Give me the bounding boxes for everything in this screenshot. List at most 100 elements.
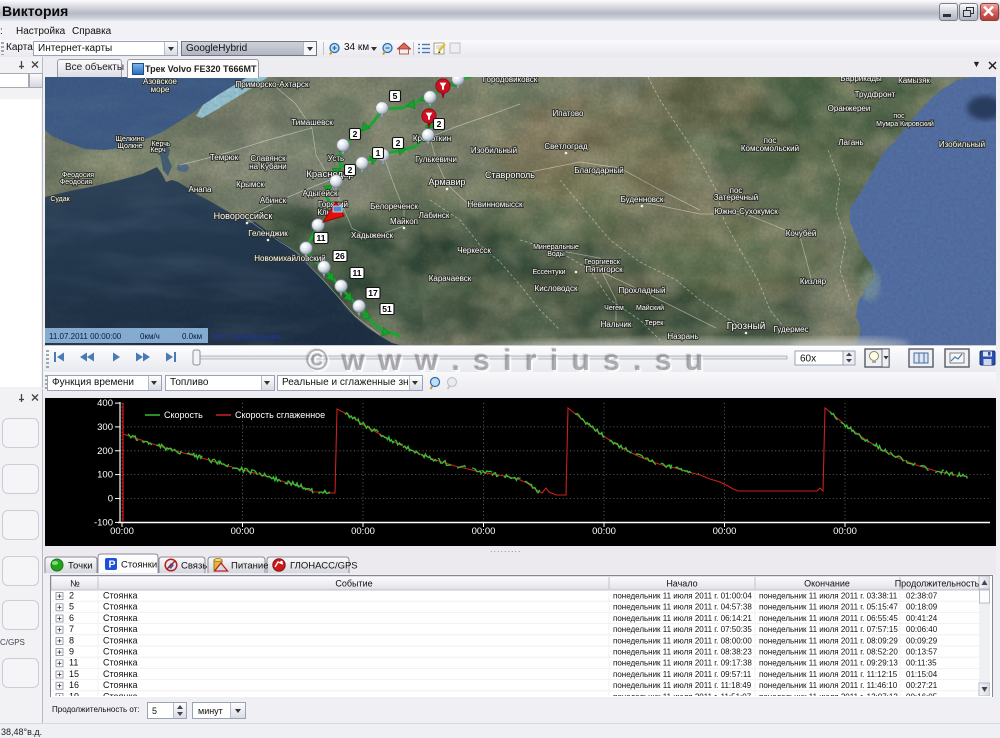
svg-text:Оранжереи: Оранжереи [828, 104, 871, 113]
svg-text:Новороссийск: Новороссийск [214, 211, 273, 221]
svg-text:Изобильный: Изобильный [471, 146, 517, 155]
svg-text:16: 16 [69, 680, 79, 690]
svg-text:Кисловодск: Кисловодск [535, 284, 578, 293]
svg-text:Событие: Событие [335, 579, 372, 589]
svg-text:Стоянки: Стоянки [121, 560, 157, 571]
svg-text:Темрюк: Темрюк [210, 153, 239, 162]
svg-text:300: 300 [97, 422, 113, 433]
svg-text:понедельник 11 июля 2011 г. 11: понедельник 11 июля 2011 г. 11:18:49 [613, 681, 752, 690]
svg-text:Назрань: Назрань [667, 332, 698, 341]
svg-text:0.0км: 0.0км [182, 332, 202, 341]
svg-text:00:00: 00:00 [472, 526, 496, 537]
svg-text:00:27:21: 00:27:21 [906, 681, 938, 690]
svg-text:0: 0 [108, 494, 113, 505]
svg-text:Пятигорск: Пятигорск [585, 265, 623, 274]
svg-text:море: море [151, 85, 170, 94]
svg-text:Баррикады: Баррикады [840, 77, 882, 83]
svg-text:00:11:35: 00:11:35 [906, 659, 937, 668]
svg-text:Буденновск: Буденновск [621, 195, 664, 204]
svg-text:0км/ч: 0км/ч [140, 332, 160, 341]
svg-text:Тимашевск: Тимашевск [291, 118, 333, 127]
svg-text:2: 2 [69, 591, 74, 601]
svg-text:00:09:29: 00:09:29 [906, 636, 938, 645]
svg-text:Окончание: Окончание [804, 579, 850, 589]
svg-text:понедельник 11 июля 2011 г. 06: понедельник 11 июля 2011 г. 06:55:45 [759, 614, 898, 623]
svg-text:00:00: 00:00 [833, 526, 857, 537]
svg-text:Геленджик: Геленджик [248, 229, 288, 238]
svg-text:понедельник 11 июля 2011 г. 11: понедельник 11 июля 2011 г. 11:12:15 [759, 670, 898, 679]
svg-text:понедельник 11 июля 2011 г. 04: понедельник 11 июля 2011 г. 04:57:38 [613, 603, 752, 612]
svg-text:7: 7 [69, 624, 74, 634]
svg-text:Светлоград: Светлоград [544, 142, 588, 151]
svg-text:11: 11 [69, 658, 78, 668]
svg-text:понедельник 11 июля 2011 г. 09: понедельник 11 июля 2011 г. 09:57:11 [613, 670, 752, 679]
svg-text:Щолкне: Щолкне [117, 143, 142, 150]
svg-text:60x: 60x [800, 354, 816, 365]
svg-text:Черкесск: Черкесск [457, 246, 491, 255]
svg-text:Скорость сглаженное: Скорость сглаженное [235, 410, 325, 420]
svg-text:Стоянка: Стоянка [103, 635, 138, 645]
svg-text:9: 9 [69, 647, 74, 657]
svg-text:00:06:40: 00:06:40 [906, 625, 938, 634]
svg-text:Гудермес: Гудермес [773, 325, 808, 334]
svg-text:Продолжительность: Продолжительность [895, 579, 980, 589]
svg-text:Майский: Майский [636, 304, 664, 312]
svg-text:Грозный: Грозный [727, 321, 766, 332]
svg-text:понедельник 11 июля 2011 г. 09: понедельник 11 июля 2011 г. 09:17:38 [613, 659, 752, 668]
svg-text:Стоянка: Стоянка [103, 647, 138, 657]
svg-text:Нальчик: Нальчик [601, 320, 632, 329]
svg-text:Невинномысск: Невинномысск [468, 200, 523, 209]
svg-text:понедельник 11 июля 2011 г. 11: понедельник 11 июля 2011 г. 11:46:10 [759, 681, 898, 690]
svg-text:Трудфронт: Трудфронт [855, 90, 896, 99]
svg-text:5: 5 [69, 602, 74, 612]
svg-text:00:00: 00:00 [110, 526, 134, 537]
svg-text:Новомихайловский: Новомихайловский [254, 254, 325, 263]
svg-text:Южно-Сухокумск: Южно-Сухокумск [714, 207, 778, 216]
svg-text:15: 15 [69, 669, 79, 679]
svg-text:1: 1 [376, 148, 381, 158]
svg-text:Лагань: Лагань [838, 138, 863, 147]
svg-text:понедельник 11 июля 2011 г. 07: понедельник 11 июля 2011 г. 07:57:15 [759, 625, 898, 634]
svg-text:00:00: 00:00 [231, 526, 255, 537]
svg-text:Феодосия: Феодосия [62, 172, 94, 179]
svg-text:на Кубани: на Кубани [249, 162, 287, 171]
svg-text:17: 17 [368, 288, 378, 298]
svg-text:ГЛОНАСС/GPS: ГЛОНАСС/GPS [290, 561, 358, 572]
svg-text:2011 ТелеМеханика: 2011 ТелеМеханика [212, 332, 282, 341]
svg-text:Изобильный: Изобильный [939, 140, 985, 149]
svg-text:Керч: Керч [150, 147, 166, 154]
svg-text:Щелкино: Щелкино [115, 136, 144, 143]
svg-text:11: 11 [317, 233, 326, 243]
svg-text:Стоянка: Стоянка [103, 602, 138, 612]
svg-text:P: P [109, 559, 116, 571]
svg-text:Скорость: Скорость [164, 410, 203, 420]
svg-text:понедельник 11 июля 2011 г. 11: понедельник 11 июля 2011 г. 11:51:07 [613, 692, 752, 696]
svg-text:6: 6 [69, 613, 74, 623]
svg-text:Камызяк: Камызяк [898, 77, 930, 85]
svg-text:400: 400 [97, 398, 113, 409]
svg-text:Лабинск: Лабинск [419, 211, 450, 220]
svg-text:2: 2 [437, 119, 442, 129]
svg-text:Связь: Связь [181, 561, 207, 572]
svg-text:Точки: Точки [68, 561, 93, 572]
svg-text:2: 2 [396, 138, 401, 148]
svg-text:Стоянка: Стоянка [103, 669, 138, 679]
svg-text:Комсомольский: Комсомольский [741, 144, 799, 153]
svg-text:Судак: Судак [50, 196, 70, 203]
svg-text:51: 51 [382, 304, 392, 314]
svg-text:00:00: 00:00 [592, 526, 616, 537]
svg-text:00:16:05: 00:16:05 [906, 692, 938, 696]
svg-text:понедельник 11 июля 2011 г. 06: понедельник 11 июля 2011 г. 06:14:21 [613, 614, 752, 623]
svg-text:Кочубей: Кочубей [786, 229, 817, 238]
svg-text:Приморско-Ахтарск: Приморско-Ахтарск [236, 80, 309, 89]
svg-text:8: 8 [69, 635, 74, 645]
svg-text:100: 100 [97, 470, 113, 481]
svg-text:Анапа: Анапа [189, 185, 213, 194]
svg-text:02:38:07: 02:38:07 [906, 592, 938, 601]
svg-text:Стоянка: Стоянка [103, 691, 138, 696]
svg-text:Ставрополь: Ставрополь [485, 170, 535, 180]
svg-text:понедельник 11 июля 2011 г. 05: понедельник 11 июля 2011 г. 05:15:47 [759, 603, 898, 612]
svg-text:понедельник 11 июля 2011 г. 08: понедельник 11 июля 2011 г. 08:38:23 [613, 648, 752, 657]
svg-text:2: 2 [348, 165, 353, 175]
svg-text:Кизляр: Кизляр [800, 277, 827, 286]
